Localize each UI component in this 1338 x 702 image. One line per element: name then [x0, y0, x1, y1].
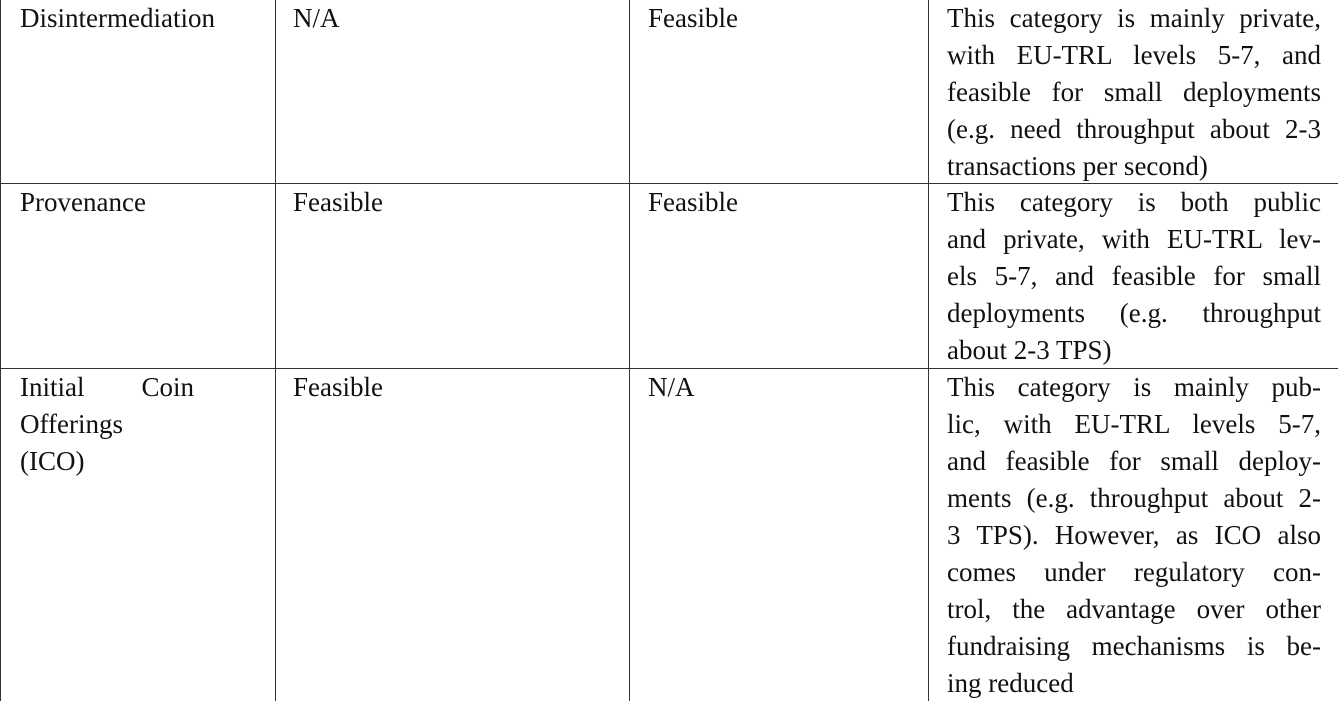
- private-cell: Feasible: [648, 184, 923, 221]
- remarks-line: and private, with EU-TRL lev-: [947, 224, 1321, 254]
- private-value: Feasible: [648, 3, 738, 33]
- remarks-line: about 2-3 TPS): [947, 335, 1112, 365]
- remarks-line: ments (e.g. throughput about 2-: [947, 483, 1321, 513]
- table-row-disintermediation: Disintermediation N/A Feasible This cate…: [0, 0, 1338, 183]
- remarks-line: deployments (e.g. throughput: [947, 298, 1321, 328]
- private-cell: N/A: [648, 369, 923, 406]
- column-divider: [928, 184, 929, 368]
- column-divider: [0, 369, 1, 701]
- column-divider: [928, 0, 929, 183]
- remarks-line: transactions per second): [947, 151, 1208, 181]
- private-value: N/A: [648, 372, 695, 402]
- remarks-line: and feasible for small deploy-: [947, 446, 1321, 476]
- remarks-cell: This category is mainly pub- lic, with E…: [947, 369, 1321, 702]
- category-cell: Provenance: [20, 184, 274, 221]
- column-divider: [0, 184, 1, 368]
- category-cell: Initial Coin Offerings (ICO): [20, 369, 274, 480]
- remarks-line: This category is mainly pub-: [947, 372, 1321, 402]
- category-text: Initial Coin: [20, 372, 194, 402]
- remarks-cell: This category is both public and private…: [947, 184, 1321, 369]
- category-text: Provenance: [20, 187, 146, 217]
- column-divider: [275, 369, 276, 701]
- category-text: (ICO): [20, 446, 85, 476]
- table-row-ico: Initial Coin Offerings (ICO) Feasible N/…: [0, 368, 1338, 701]
- remarks-line: (e.g. need throughput about 2-3: [947, 114, 1321, 144]
- table-row-provenance: Provenance Feasible Feasible This catego…: [0, 183, 1338, 368]
- remarks-line: fundraising mechanisms is be-: [947, 631, 1321, 661]
- remarks-line: els 5-7, and feasible for small: [947, 261, 1321, 291]
- column-divider: [928, 369, 929, 701]
- remarks-cell: This category is mainly private, with EU…: [947, 0, 1321, 185]
- remarks-line: feasible for small deployments: [947, 77, 1321, 107]
- public-cell: N/A: [293, 0, 623, 37]
- remarks-line: ing reduced: [947, 668, 1074, 698]
- column-divider: [629, 184, 630, 368]
- private-value: Feasible: [648, 187, 738, 217]
- remarks-line: 3 TPS). However, as ICO also: [947, 520, 1321, 550]
- category-cell: Disintermediation: [20, 0, 274, 37]
- category-text: Offerings: [20, 409, 123, 439]
- column-divider: [629, 0, 630, 183]
- private-cell: Feasible: [648, 0, 923, 37]
- remarks-line: trol, the advantage over other: [947, 594, 1321, 624]
- column-divider: [275, 0, 276, 183]
- public-value: Feasible: [293, 187, 383, 217]
- column-divider: [0, 0, 1, 183]
- public-cell: Feasible: [293, 369, 623, 406]
- feasibility-table: Disintermediation N/A Feasible This cate…: [0, 0, 1338, 701]
- remarks-line: comes under regulatory con-: [947, 557, 1321, 587]
- remarks-line: with EU-TRL levels 5-7, and: [947, 40, 1321, 70]
- remarks-line: This category is mainly private,: [947, 3, 1321, 33]
- column-divider: [629, 369, 630, 701]
- column-divider: [275, 184, 276, 368]
- public-value: N/A: [293, 3, 340, 33]
- remarks-line: lic, with EU-TRL levels 5-7,: [947, 409, 1321, 439]
- remarks-line: This category is both public: [947, 187, 1321, 217]
- category-text: Disintermediation: [20, 3, 215, 33]
- public-cell: Feasible: [293, 184, 623, 221]
- public-value: Feasible: [293, 372, 383, 402]
